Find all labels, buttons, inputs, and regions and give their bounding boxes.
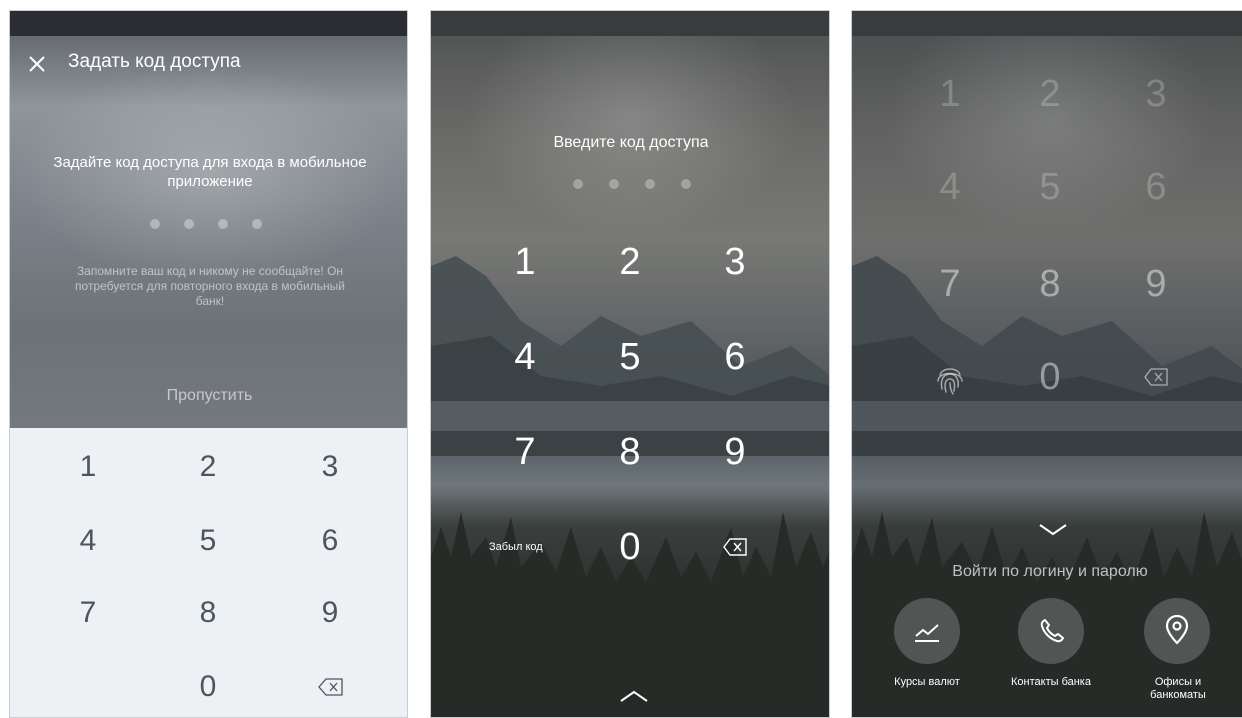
key-1[interactable]: 1 [920,73,980,116]
key-0[interactable]: 0 [178,670,238,704]
chevron-down-icon[interactable] [1038,523,1068,537]
key-7[interactable]: 7 [58,596,118,630]
phone-icon [1040,619,1064,643]
key-8[interactable]: 8 [1020,263,1080,306]
location-pin-icon [1165,614,1189,645]
passcode-hint: Запомните ваш код и никому не сообщайте!… [75,264,345,308]
passcode-dots [150,219,262,229]
bank-contacts-label: Контакты банка [1011,676,1091,688]
key-4[interactable]: 4 [920,166,980,209]
passcode-prompt: Задайте код доступа для входа в мобильно… [53,154,367,190]
key-6[interactable]: 6 [1126,166,1186,209]
passcode-dot [184,219,194,229]
quick-actions-screen: 1 2 3 4 5 6 7 8 9 0 Войти по логину и па… [851,10,1242,718]
close-icon[interactable] [28,55,46,73]
passcode-dot [150,219,160,229]
exchange-rates-label: Курсы валют [894,676,960,688]
set-passcode-screen: Задать код доступа Задайте код доступа д… [9,10,408,718]
key-8[interactable]: 8 [178,596,238,630]
key-4[interactable]: 4 [495,336,555,379]
key-0[interactable]: 0 [1020,356,1080,399]
backspace-icon[interactable] [318,678,344,696]
key-5[interactable]: 5 [1020,166,1080,209]
key-7[interactable]: 7 [920,263,980,306]
key-3[interactable]: 3 [1126,73,1186,116]
key-2[interactable]: 2 [1020,73,1080,116]
key-5[interactable]: 5 [600,336,660,379]
offices-atms-label: Офисы и банкоматы [1150,676,1206,701]
chevron-up-icon[interactable] [619,689,649,703]
passcode-dot [252,219,262,229]
passcode-prompt: Введите код доступа [553,134,709,151]
key-2[interactable]: 2 [178,450,238,484]
blurred-background [10,36,407,428]
key-0[interactable]: 0 [600,526,660,569]
key-9[interactable]: 9 [300,596,360,630]
key-3[interactable]: 3 [705,241,765,284]
key-3[interactable]: 3 [300,450,360,484]
status-bar [431,11,829,36]
key-6[interactable]: 6 [300,524,360,558]
passcode-dots [573,179,691,189]
passcode-dot [573,179,583,189]
key-2[interactable]: 2 [600,241,660,284]
passcode-dot [681,179,691,189]
key-1[interactable]: 1 [58,450,118,484]
exchange-rates-button[interactable] [894,598,960,664]
key-9[interactable]: 9 [705,431,765,474]
numeric-keypad: 1 2 3 4 5 6 7 8 9 0 [10,428,407,717]
passcode-dot [645,179,655,189]
forgot-code-link[interactable]: Забыл код [489,541,543,553]
enter-passcode-screen: Введите код доступа 1 2 3 4 5 6 7 8 9 За… [430,10,830,718]
chart-line-icon [915,624,939,642]
key-9[interactable]: 9 [1126,263,1186,306]
page-title: Задать код доступа [68,51,241,72]
passcode-dot [218,219,228,229]
backspace-icon[interactable] [1144,368,1168,386]
bank-contacts-button[interactable] [1018,598,1084,664]
offices-atms-button[interactable] [1144,598,1210,664]
key-4[interactable]: 4 [58,524,118,558]
login-with-password-link[interactable]: Войти по логину и паролю [852,563,1242,581]
skip-button[interactable]: Пропустить [10,387,407,405]
key-5[interactable]: 5 [178,524,238,558]
key-6[interactable]: 6 [705,336,765,379]
fingerprint-icon[interactable] [932,361,968,397]
key-8[interactable]: 8 [600,431,660,474]
status-bar [852,11,1242,36]
passcode-dot [609,179,619,189]
key-7[interactable]: 7 [495,431,555,474]
status-bar [10,11,407,36]
key-1[interactable]: 1 [495,241,555,284]
backspace-icon[interactable] [723,538,747,556]
